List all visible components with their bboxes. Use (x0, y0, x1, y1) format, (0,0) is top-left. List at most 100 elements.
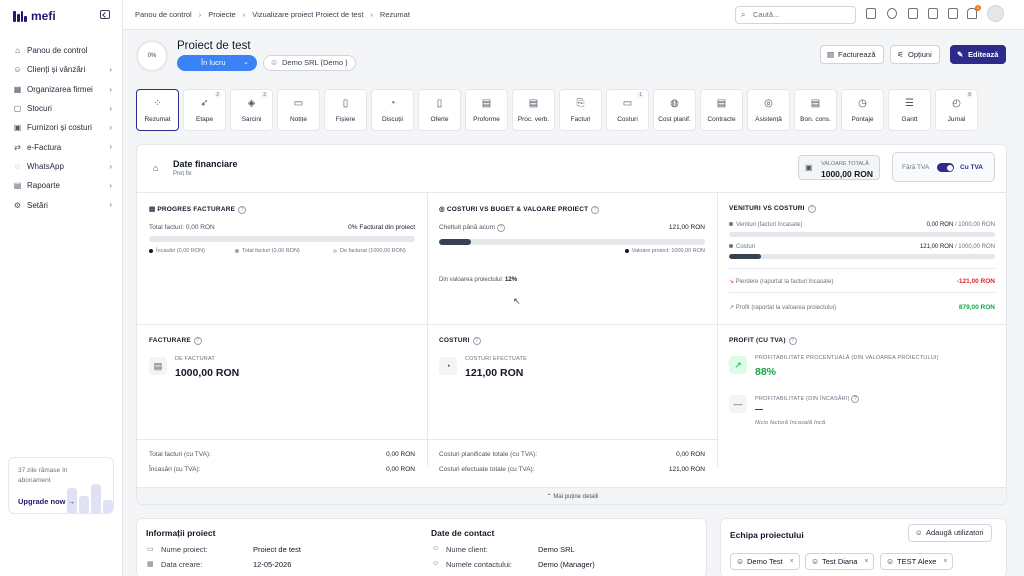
calendar-icon[interactable] (908, 8, 918, 19)
total-invoices-label: Total facturi: 0,00 RON (149, 224, 215, 231)
done-costs-label: Costuri efectuate totale (cu TVA): (439, 466, 535, 473)
info-icon[interactable]: ? (193, 337, 202, 345)
sidebar-item-reports[interactable]: ▤ Rapoarte › (8, 176, 116, 195)
support-icon: ◎ (764, 98, 773, 109)
breadcrumb-item[interactable]: Panou de control (135, 10, 192, 19)
costs-title-text: COSTURI (439, 337, 470, 344)
tab-label: Gantt (901, 116, 918, 123)
info-key: Nume proiect: (161, 545, 208, 554)
add-users-button[interactable]: ☺ Adaugă utilizatori (908, 524, 992, 542)
info-icon[interactable]: ? (851, 395, 860, 403)
sidebar-item-efactura[interactable]: ⇄ e-Factura › (8, 137, 116, 156)
sidebar-item-organization[interactable]: ▦ Organizarea firmei › (8, 80, 116, 99)
search-input[interactable]: ⌕ Caută... (735, 6, 856, 24)
client-label: Demo SRL (Demo ) (282, 58, 348, 67)
total-value-box: ▣ VALOARE TOTALĂ 1000,00 RON (798, 155, 880, 180)
page-title: Proiect de test (177, 40, 251, 52)
total-invoices-vat-value: 0,00 RON (386, 451, 415, 458)
status-dropdown[interactable]: În lucru ⌄ (177, 55, 257, 71)
tab-pontaje[interactable]: ◷ Pontaje (841, 89, 884, 131)
sidebar-item-stock[interactable]: ▢ Stocuri › (8, 99, 116, 118)
tab-proforme[interactable]: ▤ Proforme (465, 89, 508, 131)
tab-notite[interactable]: ▭ Notițe (277, 89, 320, 131)
sidebar-item-clients[interactable]: ☺ Clienți și vânzări › (8, 60, 116, 79)
tab-label: Bon. cons. (800, 116, 831, 123)
breadcrumb-item[interactable]: Proiecte (208, 10, 236, 19)
info-icon[interactable]: ? (472, 337, 481, 345)
tab-facturi[interactable]: ⎘ Facturi (559, 89, 602, 131)
sidebar-item-whatsapp[interactable]: ◌ WhatsApp › (8, 157, 116, 176)
tab-sarcini[interactable]: 2 ◈ Sarcini (230, 89, 273, 131)
costs-row-label: Costuri (729, 244, 755, 250)
tab-cost-planif[interactable]: ◍ Cost planif. (653, 89, 696, 131)
legend-collected: Încasări (0,00 RON) (149, 248, 205, 254)
messages-icon[interactable] (948, 8, 958, 19)
piggybank-icon: ◍ (670, 98, 679, 109)
tab-costuri[interactable]: 1 ▭ Costuri (606, 89, 649, 131)
sidebar-item-settings[interactable]: ⚙ Setări › (8, 195, 116, 214)
sidebar-item-suppliers[interactable]: ▣ Furnizori și costuri › (8, 118, 116, 137)
info-icon[interactable]: ? (496, 224, 505, 232)
coins-icon: ◎ (439, 206, 447, 213)
info-icon[interactable]: ? (788, 337, 797, 345)
info-value: Demo (Manager) (538, 560, 595, 569)
tab-fisiere[interactable]: ▯ Fișiere (324, 89, 367, 131)
team-member-chip[interactable]: ☺ Test Diana × (805, 553, 875, 570)
chat-icon: ◔ (389, 98, 396, 109)
progress-circle: 0% (136, 40, 168, 72)
tab-etape[interactable]: 2 ➶ Etape (183, 89, 226, 131)
logo[interactable]: mefi (13, 9, 56, 23)
tab-proc-verb[interactable]: ▤ Proc. verb. (512, 89, 555, 131)
tab-gantt[interactable]: ☰ Gantt (888, 89, 931, 131)
less-details-toggle[interactable]: ⌃ Mai puține detalii (137, 487, 1006, 504)
profitability-cash-label-text: PROFITABILITATE (DIN ÎNCASĂRI) (755, 396, 850, 402)
tab-oferte[interactable]: ▯ Oferte (418, 89, 461, 131)
task-check-icon[interactable] (928, 8, 938, 19)
sliders-icon: ⚟ (897, 50, 904, 59)
tab-bon-cons[interactable]: ▤ Bon. cons. (794, 89, 837, 131)
tab-rezumat[interactable]: ⁘ Rezumat (136, 89, 179, 131)
billing-progress-title: ▤ PROGRES FACTURARE? (149, 205, 247, 214)
tab-label: Costuri (617, 116, 638, 123)
revenue-value: 0,00 RON / 1000,00 RON (877, 222, 995, 228)
total-value: 1000,00 RON (821, 169, 873, 179)
add-square-icon[interactable] (866, 8, 876, 19)
team-member-chip[interactable]: ☺ Demo Test × (730, 553, 800, 570)
collected-vat-label: Încasări (cu TVA): (149, 466, 201, 473)
billing-title: FACTURARE? (149, 337, 202, 345)
sidebar-item-dashboard[interactable]: ⌂ Panou de control (8, 41, 116, 60)
close-icon[interactable]: × (864, 554, 868, 569)
chevron-right-icon: › (109, 161, 112, 171)
breadcrumb-item[interactable]: Vizualizare proiect Proiect de test (252, 10, 363, 19)
close-icon[interactable]: × (943, 554, 947, 569)
close-icon[interactable]: × (790, 554, 794, 569)
tva-on-label[interactable]: Cu TVA (960, 164, 983, 171)
info-icon[interactable]: ? (807, 205, 816, 213)
costs-progress-bar (439, 239, 705, 245)
project-tabs: ⁘ Rezumat 2 ➶ Etape 2 ◈ Sarcini ▭ Notițe ▯ Fiși… (136, 89, 978, 131)
collapse-sidebar-icon[interactable] (100, 10, 110, 19)
user-avatar[interactable] (987, 5, 1004, 22)
invoice-button[interactable]: ▤ Facturează (820, 45, 884, 64)
tab-contracte[interactable]: ▤ Contracte (700, 89, 743, 131)
info-icon[interactable]: ? (238, 206, 247, 214)
legend-dot (333, 248, 337, 253)
upgrade-now-link[interactable]: Upgrade now → (18, 497, 75, 506)
info-icon[interactable]: ? (591, 206, 600, 214)
tab-asistenta[interactable]: ◎ Asistență (747, 89, 790, 131)
client-badge[interactable]: ☺ Demo SRL (Demo ) (263, 55, 356, 71)
timer-icon[interactable] (887, 8, 897, 19)
tva-toggle[interactable] (937, 163, 954, 172)
profit-title-text: PROFIT (CU TVA) (729, 337, 786, 344)
efactura-icon: ⇄ (14, 142, 21, 152)
tab-jurnal[interactable]: 8 ◴ Jurnal (935, 89, 978, 131)
total-invoices-vat-label: Total facturi (cu TVA): (149, 451, 211, 458)
edit-button[interactable]: ✎ Editează (950, 45, 1007, 64)
tab-discutii[interactable]: ◔ Discuții (371, 89, 414, 131)
options-button[interactable]: ⚟ Opțiuni (890, 45, 940, 64)
chevron-right-icon: › (109, 200, 112, 210)
edit-icon: ✎ (957, 50, 964, 59)
team-member-chip[interactable]: ☺ TEST Alexe × (880, 553, 954, 570)
tva-off-label[interactable]: Fără TVA (902, 164, 929, 171)
divider (729, 292, 995, 293)
